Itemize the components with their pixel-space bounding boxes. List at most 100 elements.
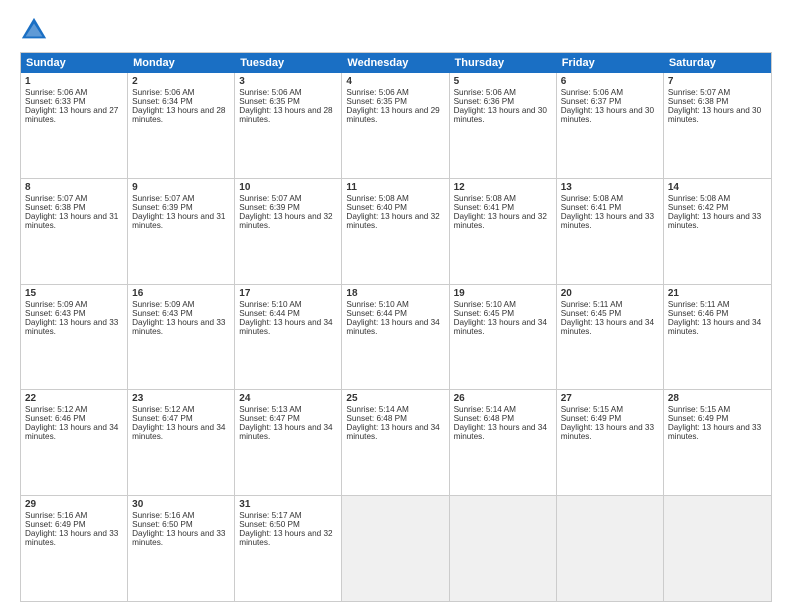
day-cell-20: 20Sunrise: 5:11 AMSunset: 6:45 PMDayligh… <box>557 285 664 390</box>
sunset-text: Sunset: 6:49 PM <box>561 414 622 423</box>
day-cell-24: 24Sunrise: 5:13 AMSunset: 6:47 PMDayligh… <box>235 390 342 495</box>
page: SundayMondayTuesdayWednesdayThursdayFrid… <box>0 0 792 612</box>
day-number: 16 <box>132 288 230 299</box>
sunrise-text: Sunrise: 5:08 AM <box>561 194 623 203</box>
sunset-text: Sunset: 6:44 PM <box>239 309 300 318</box>
day-number: 23 <box>132 393 230 404</box>
daylight-text: Daylight: 13 hours and 34 minutes. <box>239 423 332 441</box>
sunset-text: Sunset: 6:46 PM <box>25 414 86 423</box>
day-number: 27 <box>561 393 659 404</box>
day-cell-6: 6Sunrise: 5:06 AMSunset: 6:37 PMDaylight… <box>557 73 664 178</box>
day-cell-19: 19Sunrise: 5:10 AMSunset: 6:45 PMDayligh… <box>450 285 557 390</box>
sunrise-text: Sunrise: 5:08 AM <box>346 194 408 203</box>
sunrise-text: Sunrise: 5:07 AM <box>25 194 87 203</box>
day-number: 2 <box>132 76 230 87</box>
sunrise-text: Sunrise: 5:08 AM <box>454 194 516 203</box>
sunrise-text: Sunrise: 5:14 AM <box>346 405 408 414</box>
day-number: 18 <box>346 288 444 299</box>
sunrise-text: Sunrise: 5:16 AM <box>25 511 87 520</box>
daylight-text: Daylight: 13 hours and 30 minutes. <box>668 106 761 124</box>
sunset-text: Sunset: 6:34 PM <box>132 97 193 106</box>
day-cell-18: 18Sunrise: 5:10 AMSunset: 6:44 PMDayligh… <box>342 285 449 390</box>
empty-cell <box>557 496 664 601</box>
sunrise-text: Sunrise: 5:07 AM <box>239 194 301 203</box>
daylight-text: Daylight: 13 hours and 32 minutes. <box>239 529 332 547</box>
sunset-text: Sunset: 6:35 PM <box>346 97 407 106</box>
daylight-text: Daylight: 13 hours and 34 minutes. <box>454 318 547 336</box>
day-cell-10: 10Sunrise: 5:07 AMSunset: 6:39 PMDayligh… <box>235 179 342 284</box>
calendar-week-1: 1Sunrise: 5:06 AMSunset: 6:33 PMDaylight… <box>21 73 771 179</box>
sunrise-text: Sunrise: 5:10 AM <box>346 300 408 309</box>
sunrise-text: Sunrise: 5:10 AM <box>454 300 516 309</box>
sunrise-text: Sunrise: 5:06 AM <box>561 88 623 97</box>
header-day-friday: Friday <box>557 53 664 73</box>
sunset-text: Sunset: 6:50 PM <box>132 520 193 529</box>
daylight-text: Daylight: 13 hours and 32 minutes. <box>239 212 332 230</box>
sunrise-text: Sunrise: 5:16 AM <box>132 511 194 520</box>
day-cell-27: 27Sunrise: 5:15 AMSunset: 6:49 PMDayligh… <box>557 390 664 495</box>
header-day-sunday: Sunday <box>21 53 128 73</box>
daylight-text: Daylight: 13 hours and 34 minutes. <box>346 423 439 441</box>
daylight-text: Daylight: 13 hours and 33 minutes. <box>668 212 761 230</box>
day-number: 28 <box>668 393 767 404</box>
day-number: 4 <box>346 76 444 87</box>
day-cell-25: 25Sunrise: 5:14 AMSunset: 6:48 PMDayligh… <box>342 390 449 495</box>
day-cell-28: 28Sunrise: 5:15 AMSunset: 6:49 PMDayligh… <box>664 390 771 495</box>
day-number: 12 <box>454 182 552 193</box>
daylight-text: Daylight: 13 hours and 33 minutes. <box>25 529 118 547</box>
day-cell-9: 9Sunrise: 5:07 AMSunset: 6:39 PMDaylight… <box>128 179 235 284</box>
logo <box>20 16 52 44</box>
header-day-wednesday: Wednesday <box>342 53 449 73</box>
day-cell-30: 30Sunrise: 5:16 AMSunset: 6:50 PMDayligh… <box>128 496 235 601</box>
daylight-text: Daylight: 13 hours and 27 minutes. <box>25 106 118 124</box>
sunrise-text: Sunrise: 5:11 AM <box>668 300 730 309</box>
header-day-saturday: Saturday <box>664 53 771 73</box>
sunset-text: Sunset: 6:47 PM <box>132 414 193 423</box>
sunset-text: Sunset: 6:45 PM <box>561 309 622 318</box>
day-cell-1: 1Sunrise: 5:06 AMSunset: 6:33 PMDaylight… <box>21 73 128 178</box>
day-cell-12: 12Sunrise: 5:08 AMSunset: 6:41 PMDayligh… <box>450 179 557 284</box>
day-cell-21: 21Sunrise: 5:11 AMSunset: 6:46 PMDayligh… <box>664 285 771 390</box>
sunset-text: Sunset: 6:33 PM <box>25 97 86 106</box>
daylight-text: Daylight: 13 hours and 34 minutes. <box>454 423 547 441</box>
day-cell-31: 31Sunrise: 5:17 AMSunset: 6:50 PMDayligh… <box>235 496 342 601</box>
daylight-text: Daylight: 13 hours and 34 minutes. <box>346 318 439 336</box>
sunset-text: Sunset: 6:49 PM <box>25 520 86 529</box>
calendar-header: SundayMondayTuesdayWednesdayThursdayFrid… <box>21 53 771 73</box>
sunrise-text: Sunrise: 5:06 AM <box>25 88 87 97</box>
sunrise-text: Sunrise: 5:07 AM <box>132 194 194 203</box>
sunset-text: Sunset: 6:44 PM <box>346 309 407 318</box>
sunset-text: Sunset: 6:50 PM <box>239 520 300 529</box>
logo-icon <box>20 16 48 44</box>
day-number: 31 <box>239 499 337 510</box>
day-cell-3: 3Sunrise: 5:06 AMSunset: 6:35 PMDaylight… <box>235 73 342 178</box>
day-number: 17 <box>239 288 337 299</box>
daylight-text: Daylight: 13 hours and 33 minutes. <box>132 529 225 547</box>
sunset-text: Sunset: 6:35 PM <box>239 97 300 106</box>
sunset-text: Sunset: 6:39 PM <box>132 203 193 212</box>
day-number: 26 <box>454 393 552 404</box>
day-cell-7: 7Sunrise: 5:07 AMSunset: 6:38 PMDaylight… <box>664 73 771 178</box>
day-number: 14 <box>668 182 767 193</box>
sunset-text: Sunset: 6:41 PM <box>561 203 622 212</box>
daylight-text: Daylight: 13 hours and 30 minutes. <box>561 106 654 124</box>
day-cell-15: 15Sunrise: 5:09 AMSunset: 6:43 PMDayligh… <box>21 285 128 390</box>
day-cell-13: 13Sunrise: 5:08 AMSunset: 6:41 PMDayligh… <box>557 179 664 284</box>
sunrise-text: Sunrise: 5:12 AM <box>25 405 87 414</box>
sunset-text: Sunset: 6:41 PM <box>454 203 515 212</box>
daylight-text: Daylight: 13 hours and 31 minutes. <box>25 212 118 230</box>
day-number: 1 <box>25 76 123 87</box>
sunrise-text: Sunrise: 5:09 AM <box>25 300 87 309</box>
sunrise-text: Sunrise: 5:06 AM <box>132 88 194 97</box>
day-number: 20 <box>561 288 659 299</box>
sunrise-text: Sunrise: 5:11 AM <box>561 300 623 309</box>
sunrise-text: Sunrise: 5:08 AM <box>668 194 730 203</box>
sunrise-text: Sunrise: 5:12 AM <box>132 405 194 414</box>
sunrise-text: Sunrise: 5:15 AM <box>561 405 623 414</box>
day-cell-29: 29Sunrise: 5:16 AMSunset: 6:49 PMDayligh… <box>21 496 128 601</box>
day-cell-26: 26Sunrise: 5:14 AMSunset: 6:48 PMDayligh… <box>450 390 557 495</box>
day-number: 6 <box>561 76 659 87</box>
sunset-text: Sunset: 6:36 PM <box>454 97 515 106</box>
day-number: 30 <box>132 499 230 510</box>
daylight-text: Daylight: 13 hours and 28 minutes. <box>239 106 332 124</box>
